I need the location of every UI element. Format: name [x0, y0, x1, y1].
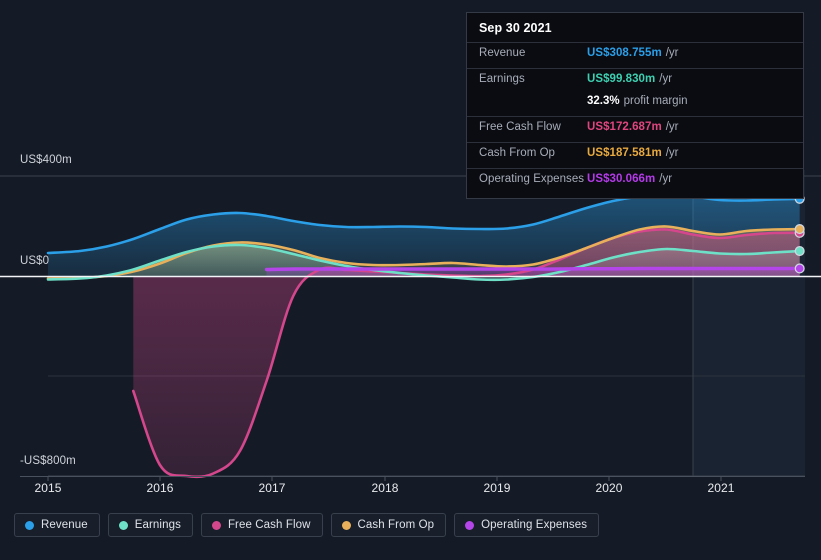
legend-label-free-cash-flow: Free Cash Flow [227, 519, 311, 531]
tooltip-unit-revenue: /yr [665, 47, 679, 59]
legend-label-earnings: Earnings [134, 519, 181, 531]
legend-dot-cash-from-op-icon [341, 520, 351, 530]
legend-item-earnings[interactable]: Earnings [107, 513, 193, 537]
x-axis-label-2017: 2017 [258, 481, 286, 495]
legend-dot-operating-expenses-icon [465, 520, 475, 530]
chart-tooltip: Sep 30 2021 Revenue US$308.755m /yr Earn… [466, 12, 804, 199]
line-operating-expenses [264, 266, 802, 272]
tooltip-label-revenue: Revenue [479, 47, 526, 59]
chart-legend: Revenue Earnings Free Cash Flow Cash Fro… [14, 513, 600, 537]
legend-dot-revenue-icon [25, 520, 34, 530]
tooltip-value-free-cash-flow: US$172.687m [587, 121, 662, 133]
x-axis-label-2020: 2020 [595, 481, 623, 495]
legend-dot-free-cash-flow-icon [211, 520, 221, 530]
tooltip-value-operating-expenses: US$30.066m [587, 173, 656, 185]
x-axis-label-2019: 2019 [483, 481, 511, 495]
tooltip-row-profit-margin: 32.3% profit margin [467, 94, 803, 116]
tooltip-unit-earnings: /yr [659, 73, 673, 85]
chart-widget: US$400m US$0 -US$800m 2015 2016 2017 201… [0, 0, 821, 560]
series-areas [48, 194, 800, 477]
tooltip-date: Sep 30 2021 [479, 21, 552, 35]
tooltip-value-profit-margin: 32.3% [587, 95, 620, 107]
y-axis-label-400m: US$400m [20, 154, 72, 166]
tooltip-unit-operating-expenses: /yr [659, 173, 673, 185]
tooltip-row-cash-from-op: Cash From Op US$187.581m /yr [467, 142, 803, 168]
y-axis-label-0: US$0 [20, 255, 50, 267]
legend-item-cash-from-op[interactable]: Cash From Op [330, 513, 447, 537]
x-axis-label-2018: 2018 [371, 481, 399, 495]
tooltip-value-revenue: US$308.755m [587, 47, 662, 59]
legend-label-revenue: Revenue [41, 519, 88, 531]
y-axis-label-neg800m: -US$800m [20, 455, 76, 467]
legend-item-revenue[interactable]: Revenue [14, 513, 100, 537]
tooltip-value-earnings: US$99.830m [587, 73, 656, 85]
tooltip-label-earnings: Earnings [479, 73, 525, 85]
endpoint-dot-operating-expenses [794, 263, 805, 274]
endpoint-dot-earnings [794, 245, 805, 257]
tooltip-label-cash-from-op: Cash From Op [479, 147, 556, 159]
legend-dot-earnings-icon [118, 520, 128, 530]
legend-item-operating-expenses[interactable]: Operating Expenses [454, 513, 600, 537]
x-axis-label-2021: 2021 [707, 481, 735, 495]
x-axis-label-2015: 2015 [34, 481, 62, 495]
x-axis-label-2016: 2016 [146, 481, 174, 495]
tooltip-row-operating-expenses: Operating Expenses US$30.066m /yr [467, 168, 803, 194]
tooltip-unit-free-cash-flow: /yr [665, 121, 679, 133]
legend-item-free-cash-flow[interactable]: Free Cash Flow [200, 513, 323, 537]
tooltip-label-profit-margin: profit margin [623, 95, 688, 107]
legend-label-cash-from-op: Cash From Op [357, 519, 435, 531]
endpoint-dot-cash-from-op [794, 224, 805, 235]
tooltip-unit-cash-from-op: /yr [665, 147, 679, 159]
legend-label-operating-expenses: Operating Expenses [481, 519, 588, 531]
tooltip-label-operating-expenses: Operating Expenses [479, 173, 585, 185]
tooltip-row-earnings: Earnings US$99.830m /yr [467, 68, 803, 94]
tooltip-value-cash-from-op: US$187.581m [587, 147, 662, 159]
tooltip-row-free-cash-flow: Free Cash Flow US$172.687m /yr [467, 116, 803, 142]
tooltip-label-free-cash-flow: Free Cash Flow [479, 121, 561, 133]
tooltip-row-revenue: Revenue US$308.755m /yr [467, 42, 803, 68]
